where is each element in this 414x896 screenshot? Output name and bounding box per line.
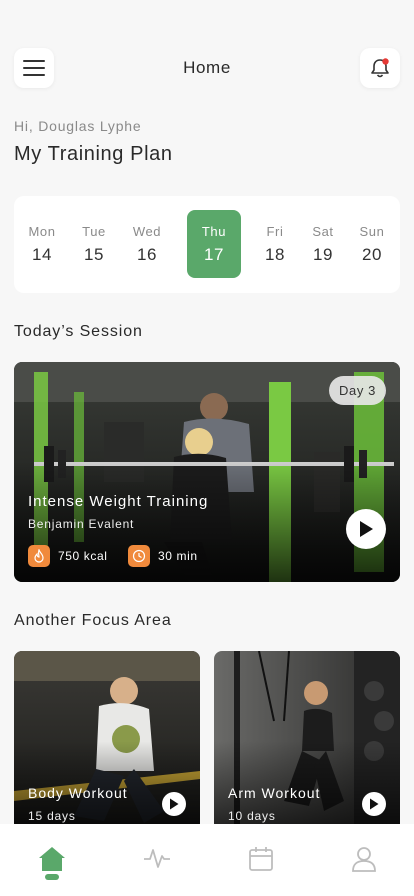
day-badge: Day 3 <box>329 376 386 405</box>
play-icon <box>170 798 179 810</box>
session-play-button[interactable] <box>346 509 386 549</box>
play-icon <box>360 521 373 537</box>
nav-home[interactable] <box>38 846 66 886</box>
focus-card-days: 10 days <box>228 809 276 823</box>
day-sun[interactable]: Sun 20 <box>345 210 399 278</box>
day-name: Thu <box>201 224 227 239</box>
day-wed[interactable]: Wed 16 <box>120 210 174 278</box>
day-name: Wed <box>132 224 162 239</box>
day-number: 18 <box>264 245 286 264</box>
home-icon <box>39 847 65 871</box>
session-name: Intense Weight Training <box>28 493 209 510</box>
profile-icon <box>352 847 376 872</box>
todays-session-card[interactable]: Day 3 Intense Weight Training Benjamin E… <box>14 362 400 582</box>
focus-play-button[interactable] <box>362 792 386 816</box>
activity-icon <box>144 849 170 868</box>
focus-card-title: Body Workout <box>28 785 128 801</box>
day-number: 20 <box>361 245 383 264</box>
page-title: Home <box>183 58 231 77</box>
plan-title: My Training Plan <box>14 143 173 165</box>
clock-icon <box>128 545 150 567</box>
day-name: Sun <box>359 224 385 239</box>
day-name: Mon <box>28 224 56 239</box>
day-name: Fri <box>266 224 284 239</box>
day-mon[interactable]: Mon 14 <box>15 210 69 278</box>
duration-value: 30 min <box>158 549 198 563</box>
day-number: 17 <box>203 245 225 264</box>
bottom-navigation <box>0 824 414 896</box>
day-name: Sat <box>312 224 334 239</box>
day-number: 16 <box>136 245 158 264</box>
day-name: Tue <box>82 224 106 239</box>
greeting-text: Hi, Douglas Lyphe <box>14 118 142 134</box>
day-number: 19 <box>312 245 334 264</box>
active-nav-indicator <box>45 874 59 880</box>
calories-value: 750 kcal <box>58 549 108 563</box>
focus-card-arm-workout[interactable]: Arm Workout 10 days <box>214 651 400 831</box>
top-bar: Home <box>0 48 414 88</box>
session-coach: Benjamin Evalent <box>28 517 135 531</box>
day-number: 15 <box>83 245 105 264</box>
day-tue[interactable]: Tue 15 <box>67 210 121 278</box>
focus-card-body-workout[interactable]: Body Workout 15 days <box>14 651 200 831</box>
notifications-button[interactable] <box>360 48 400 88</box>
notification-bell-icon <box>371 58 389 78</box>
week-calendar: Mon 14 Tue 15 Wed 16 Thu 17 Fri 18 Sat 1… <box>14 196 400 293</box>
calendar-icon <box>249 847 273 871</box>
day-thu-selected[interactable]: Thu 17 <box>187 210 241 278</box>
flame-icon <box>28 545 50 567</box>
day-number: 14 <box>31 245 53 264</box>
focus-area-heading: Another Focus Area <box>14 612 172 629</box>
nav-calendar[interactable] <box>247 846 275 886</box>
focus-play-button[interactable] <box>162 792 186 816</box>
focus-card-days: 15 days <box>28 809 76 823</box>
todays-session-heading: Today’s Session <box>14 323 143 340</box>
calories-stat: 750 kcal <box>28 545 108 567</box>
day-fri[interactable]: Fri 18 <box>248 210 302 278</box>
day-sat[interactable]: Sat 19 <box>296 210 350 278</box>
focus-card-title: Arm Workout <box>228 785 321 801</box>
nav-profile[interactable] <box>350 846 378 886</box>
nav-activity[interactable] <box>143 846 171 886</box>
play-icon <box>370 798 379 810</box>
duration-stat: 30 min <box>128 545 198 567</box>
